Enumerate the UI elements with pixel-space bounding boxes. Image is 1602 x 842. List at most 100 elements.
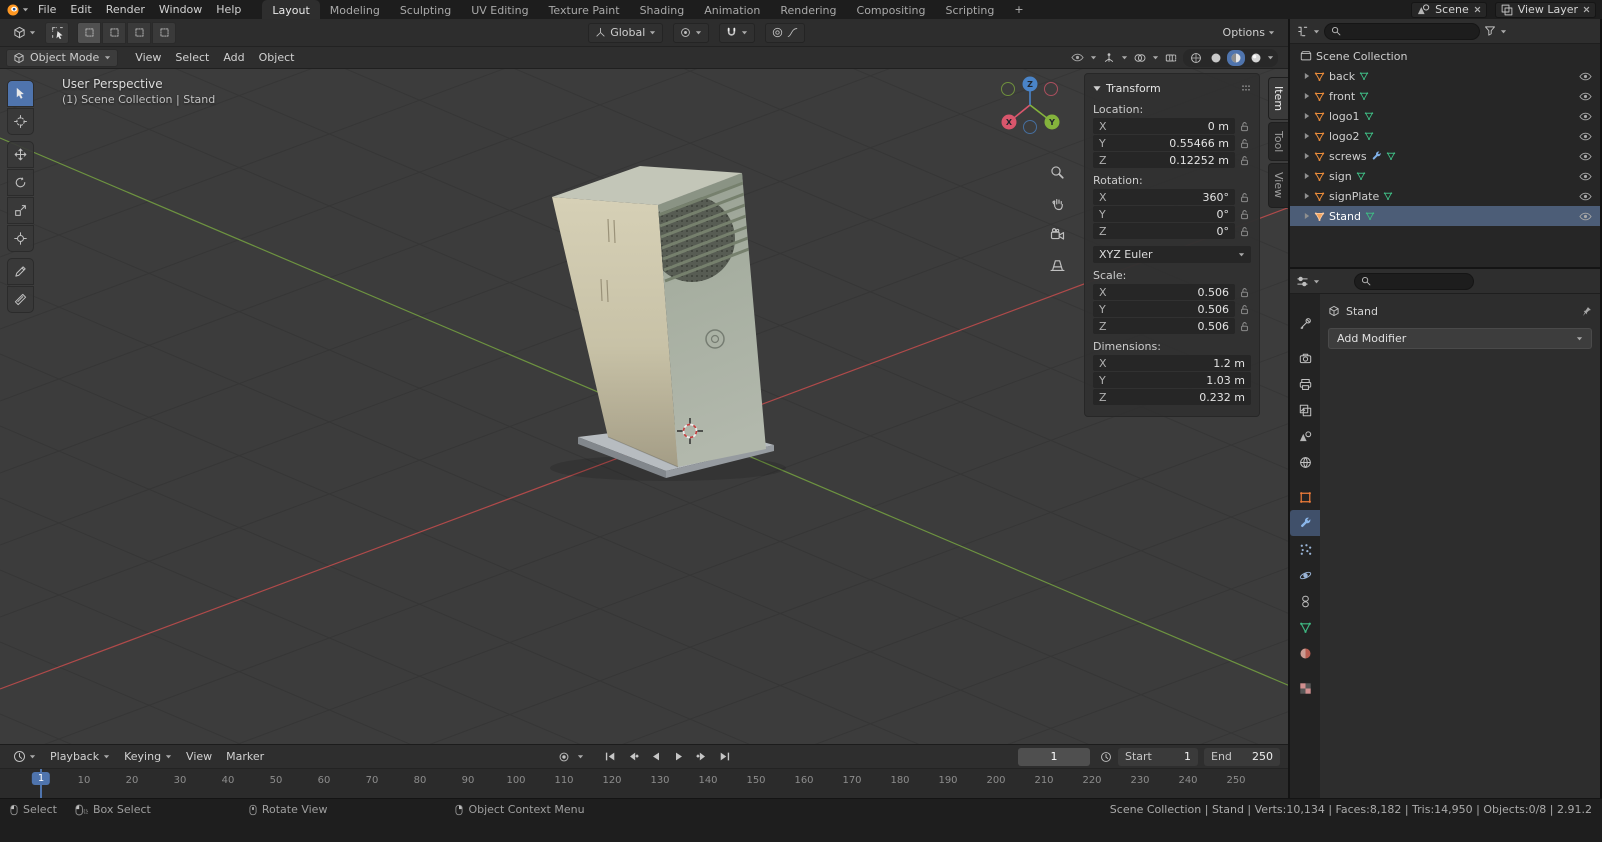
editor-type-selector[interactable] xyxy=(8,22,41,44)
workspace-tab-uv-editing[interactable]: UV Editing xyxy=(461,0,538,19)
navigation-gizmo[interactable]: X Y Z xyxy=(985,71,1075,161)
pan-button[interactable] xyxy=(1046,192,1068,214)
timeline-menu-playback[interactable]: Playback xyxy=(43,749,117,764)
panel-header[interactable]: Transform xyxy=(1093,79,1251,97)
jump-to-start-button[interactable] xyxy=(600,748,620,766)
workspace-tab-layout[interactable]: Layout xyxy=(262,0,320,19)
viewport-menu-select[interactable]: Select xyxy=(168,50,216,65)
workspace-tab-rendering[interactable]: Rendering xyxy=(770,0,846,19)
outliner-item-front[interactable]: front xyxy=(1290,86,1600,106)
next-keyframe-button[interactable] xyxy=(692,748,712,766)
add-workspace-button[interactable]: + xyxy=(1006,3,1031,16)
timeline-menu-keying[interactable]: Keying xyxy=(117,749,179,764)
options-dropdown[interactable]: Options xyxy=(1218,22,1280,44)
tool-measure[interactable] xyxy=(7,286,34,313)
properties-tab-particles[interactable] xyxy=(1290,536,1320,562)
gizmo-x-label[interactable]: X xyxy=(1006,118,1013,127)
select-mode-subtract[interactable] xyxy=(127,21,151,44)
rotation-z-field[interactable]: Z 0° xyxy=(1093,223,1251,239)
properties-tab-view-layer[interactable] xyxy=(1290,397,1320,423)
unlink-view-layer-icon[interactable] xyxy=(1583,6,1590,13)
location-z-field[interactable]: Z 0.12252 m xyxy=(1093,152,1251,168)
expand-icon[interactable] xyxy=(1304,172,1310,180)
properties-tab-world[interactable] xyxy=(1290,449,1320,475)
workspace-tab-scripting[interactable]: Scripting xyxy=(935,0,1004,19)
lock-icon[interactable] xyxy=(1238,192,1251,203)
workspace-tab-sculpting[interactable]: Sculpting xyxy=(390,0,461,19)
select-mode-intersect[interactable] xyxy=(152,21,176,44)
chevron-down-icon[interactable] xyxy=(577,753,584,760)
menu-window[interactable]: Window xyxy=(152,2,209,17)
properties-tab-physics[interactable] xyxy=(1290,562,1320,588)
tool-transform[interactable] xyxy=(7,225,34,252)
hide-in-viewport-icon[interactable] xyxy=(1579,172,1592,181)
outliner-search-input[interactable] xyxy=(1346,24,1473,38)
lock-icon[interactable] xyxy=(1238,226,1251,237)
3d-viewport[interactable]: User Perspective (1) Scene Collection | … xyxy=(0,69,1288,744)
drag-handle-icon[interactable] xyxy=(1241,84,1251,92)
chevron-down-icon[interactable] xyxy=(1267,54,1274,61)
menu-render[interactable]: Render xyxy=(99,2,152,17)
chevron-down-icon[interactable] xyxy=(1500,28,1507,35)
menu-edit[interactable]: Edit xyxy=(63,2,98,17)
sidebar-tab-item[interactable]: Item xyxy=(1268,77,1288,121)
hide-in-viewport-icon[interactable] xyxy=(1579,212,1592,221)
workspace-tab-compositing[interactable]: Compositing xyxy=(847,0,936,19)
expand-icon[interactable] xyxy=(1304,212,1310,220)
previous-keyframe-button[interactable] xyxy=(623,748,643,766)
tool-cursor[interactable] xyxy=(7,108,34,135)
snapping-controls[interactable] xyxy=(719,22,756,43)
auto-keying-button[interactable] xyxy=(554,748,574,766)
viewport-menu-add[interactable]: Add xyxy=(216,50,251,65)
pivot-point-dropdown[interactable] xyxy=(673,22,710,43)
select-mode-extend[interactable] xyxy=(102,21,126,44)
frame-end-field[interactable]: End 250 xyxy=(1204,747,1280,766)
lock-icon[interactable] xyxy=(1238,287,1251,298)
properties-search-input[interactable] xyxy=(1376,274,1467,288)
properties-tab-scene[interactable] xyxy=(1290,423,1320,449)
proportional-editing-controls[interactable] xyxy=(765,22,806,43)
workspace-tab-texture-paint[interactable]: Texture Paint xyxy=(539,0,630,19)
expand-icon[interactable] xyxy=(1304,152,1310,160)
scale-y-field[interactable]: Y 0.506 xyxy=(1093,301,1251,317)
hide-in-viewport-icon[interactable] xyxy=(1579,72,1592,81)
sidebar-tab-view[interactable]: View xyxy=(1268,163,1288,208)
scale-z-field[interactable]: Z 0.506 xyxy=(1093,318,1251,334)
dimensions-z-field[interactable]: Z 0.232 m xyxy=(1093,389,1251,405)
pin-icon[interactable] xyxy=(1581,306,1592,317)
view-layer-selector[interactable]: View Layer xyxy=(1494,1,1596,18)
gizmo-y-label[interactable]: Y xyxy=(1048,118,1055,127)
shading-solid-button[interactable] xyxy=(1207,50,1225,66)
lock-icon[interactable] xyxy=(1238,304,1251,315)
expand-icon[interactable] xyxy=(1304,72,1310,80)
workspace-tab-animation[interactable]: Animation xyxy=(694,0,770,19)
tool-select-box[interactable] xyxy=(7,80,34,107)
lock-icon[interactable] xyxy=(1238,138,1251,149)
show-overlays-icon[interactable] xyxy=(1134,52,1146,64)
lock-icon[interactable] xyxy=(1238,321,1251,332)
dimensions-y-field[interactable]: Y 1.03 m xyxy=(1093,372,1251,388)
scene-selector[interactable]: Scene xyxy=(1411,1,1487,18)
chevron-down-icon[interactable] xyxy=(1313,278,1320,285)
hide-in-viewport-icon[interactable] xyxy=(1579,132,1592,141)
rotation-y-field[interactable]: Y 0° xyxy=(1093,206,1251,222)
active-tool-button[interactable] xyxy=(45,21,69,44)
chevron-down-icon[interactable] xyxy=(1152,54,1159,61)
hide-in-viewport-icon[interactable] xyxy=(1579,192,1592,201)
tool-rotate[interactable] xyxy=(7,169,34,196)
menu-file[interactable]: File xyxy=(31,2,63,17)
outliner-item-Stand[interactable]: Stand xyxy=(1290,206,1600,226)
camera-view-button[interactable] xyxy=(1046,223,1068,245)
transform-orientation-dropdown[interactable]: Global xyxy=(588,22,664,43)
rotation-mode-dropdown[interactable]: XYZ Euler xyxy=(1093,246,1251,263)
outliner-item-back[interactable]: back xyxy=(1290,66,1600,86)
scale-x-field[interactable]: X 0.506 xyxy=(1093,284,1251,300)
properties-tab-object-data[interactable] xyxy=(1290,614,1320,640)
outliner-item-logo1[interactable]: logo1 xyxy=(1290,106,1600,126)
dimensions-x-field[interactable]: X 1.2 m xyxy=(1093,355,1251,371)
sidebar-tab-tool[interactable]: Tool xyxy=(1268,122,1288,162)
zoom-button[interactable] xyxy=(1046,161,1068,183)
lock-icon[interactable] xyxy=(1238,155,1251,166)
show-gizmo-icon[interactable] xyxy=(1103,52,1115,64)
properties-search[interactable] xyxy=(1354,272,1474,290)
